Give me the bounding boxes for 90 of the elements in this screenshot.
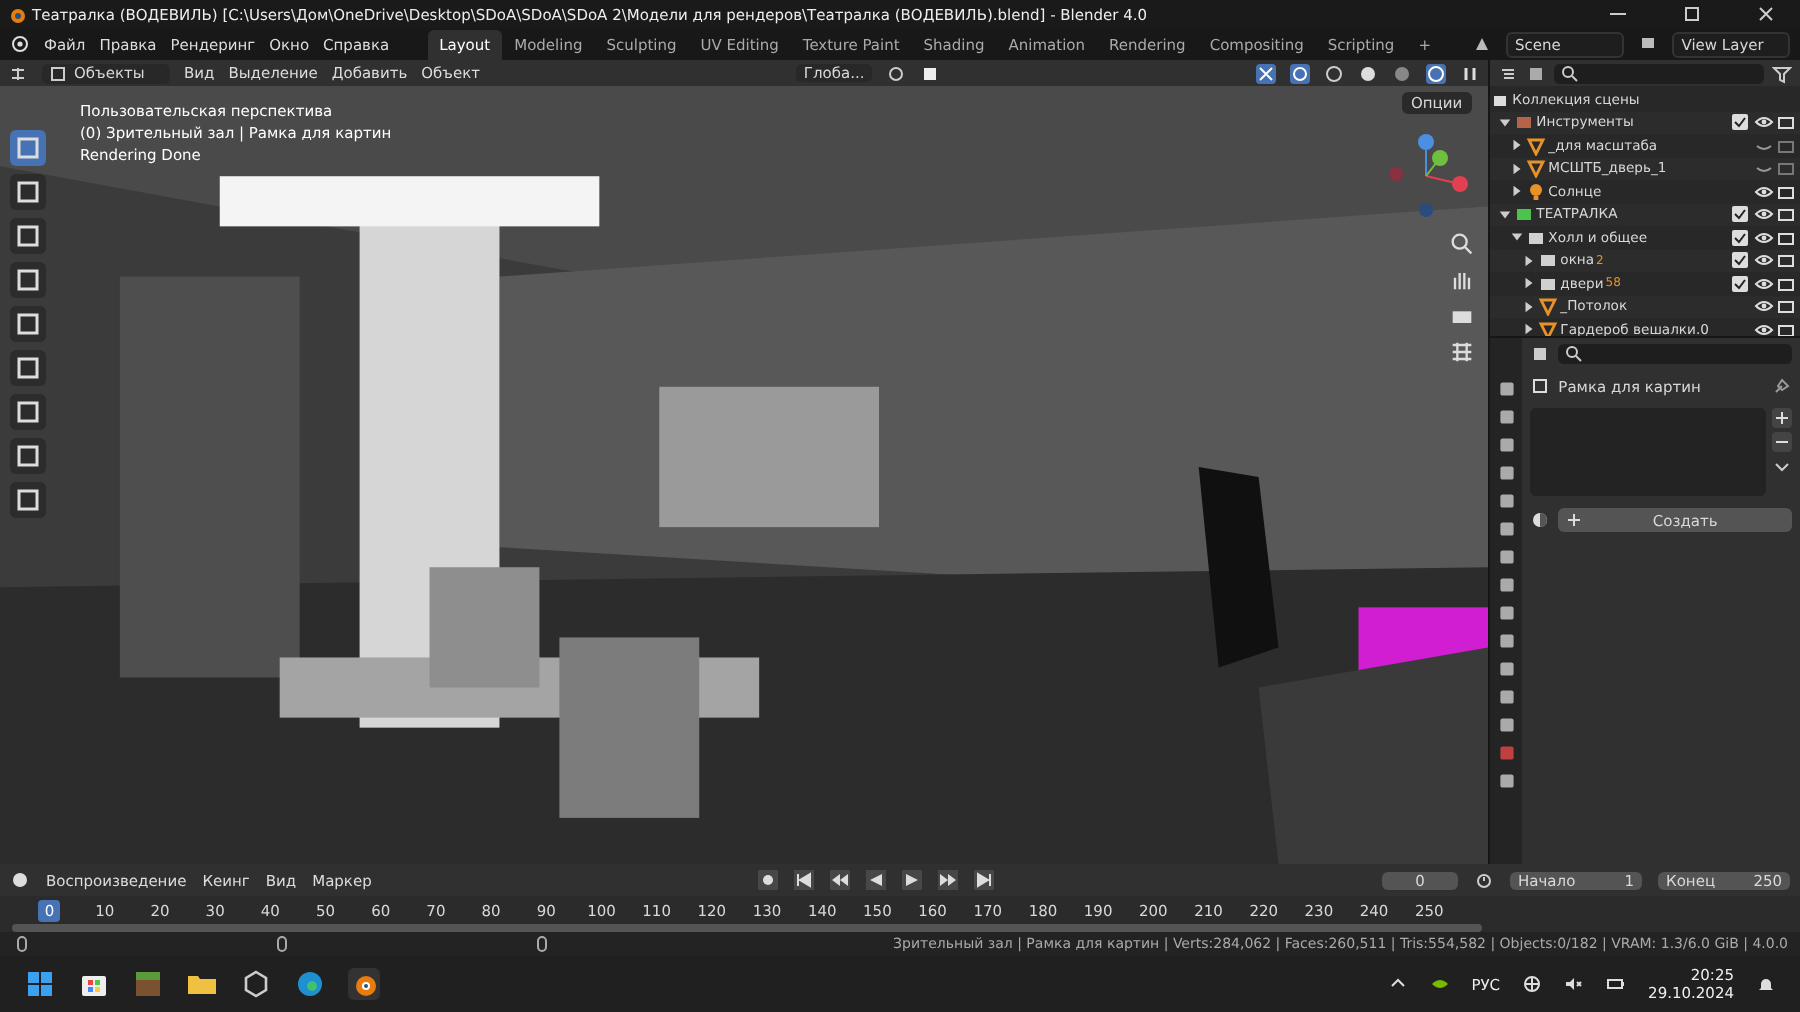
checkbox[interactable] xyxy=(1732,275,1748,292)
expand-arrow-icon[interactable] xyxy=(1522,322,1537,336)
object-mode-icon xyxy=(48,63,68,83)
camera-icon[interactable] xyxy=(1776,204,1796,225)
checkbox[interactable] xyxy=(1732,206,1748,223)
triangle-icon xyxy=(1538,296,1559,317)
search-field[interactable] xyxy=(1554,63,1764,83)
editor-type-icon[interactable] xyxy=(8,63,28,83)
eye-icon[interactable] xyxy=(1754,319,1774,336)
play-reverse-icon[interactable] xyxy=(866,870,887,890)
eye-icon[interactable] xyxy=(1754,273,1774,294)
eye-icon[interactable] xyxy=(1754,112,1774,133)
proportional-icon[interactable] xyxy=(920,63,941,83)
checkbox[interactable] xyxy=(1732,114,1748,131)
snap-icon[interactable] xyxy=(886,63,907,83)
editor-type-icon[interactable] xyxy=(10,870,30,890)
cube-icon[interactable] xyxy=(240,968,272,1000)
windows-start-icon[interactable] xyxy=(24,968,56,1000)
search-field[interactable] xyxy=(1558,344,1792,364)
scene-icon[interactable] xyxy=(1471,34,1491,54)
camera-icon[interactable] xyxy=(1776,296,1796,317)
camera-icon[interactable] xyxy=(1776,250,1796,271)
close-icon[interactable] xyxy=(1756,4,1776,24)
add-icon[interactable] xyxy=(1772,408,1792,428)
expand-arrow-icon[interactable] xyxy=(1522,299,1537,314)
overlay-toggle-icon[interactable] xyxy=(1290,63,1311,83)
camera-icon[interactable] xyxy=(1776,181,1796,202)
gpu-icon[interactable] xyxy=(1429,974,1450,994)
expand-arrow-icon[interactable] xyxy=(1510,230,1525,245)
speaker-muted-icon[interactable] xyxy=(1564,974,1585,994)
maximize-icon[interactable] xyxy=(1682,4,1702,24)
search-icon xyxy=(1560,63,1581,83)
eye-icon[interactable] xyxy=(1754,250,1774,271)
checkbox[interactable] xyxy=(1732,229,1748,246)
display-mode-icon[interactable] xyxy=(1498,63,1519,83)
mouse-icon xyxy=(272,934,292,954)
expand-arrow-icon[interactable] xyxy=(1510,161,1525,176)
remove-icon[interactable] xyxy=(1772,432,1792,452)
expand-arrow-icon[interactable] xyxy=(1510,138,1525,153)
stopwatch-icon[interactable] xyxy=(1474,870,1495,890)
camera-icon[interactable] xyxy=(1776,273,1796,294)
browser-icon[interactable] xyxy=(294,968,326,1000)
pause-icon[interactable] xyxy=(1460,63,1481,83)
eye-icon[interactable] xyxy=(1754,227,1774,248)
grid-icon[interactable] xyxy=(1448,338,1477,366)
prev-keyframe-icon[interactable] xyxy=(830,870,851,890)
scrollbar[interactable] xyxy=(12,924,1482,932)
zoom-icon[interactable] xyxy=(1448,230,1477,258)
grass-block-icon[interactable] xyxy=(132,968,164,1000)
eye-icon[interactable] xyxy=(1754,296,1774,317)
globe-icon[interactable] xyxy=(1522,974,1543,994)
expand-arrow-icon[interactable] xyxy=(1522,253,1537,268)
solid-shading-icon[interactable] xyxy=(1358,63,1379,83)
sphere-icon[interactable] xyxy=(1530,510,1551,530)
pin-icon[interactable] xyxy=(1772,376,1792,396)
render-shading-icon[interactable] xyxy=(1426,63,1447,83)
object-icon xyxy=(1530,376,1551,396)
play-icon[interactable] xyxy=(902,870,923,890)
battery-icon[interactable] xyxy=(1606,974,1627,994)
triangle-icon xyxy=(1538,319,1559,336)
camera-icon[interactable] xyxy=(1776,112,1796,133)
funnel-icon[interactable] xyxy=(1772,63,1792,83)
camera-icon[interactable] xyxy=(1776,227,1796,248)
view-layer-icon[interactable] xyxy=(1637,34,1658,54)
expand-arrow-icon[interactable] xyxy=(1510,184,1525,199)
gizmo-toggle-icon[interactable] xyxy=(1256,63,1277,83)
expand-arrow-icon[interactable] xyxy=(1522,276,1537,291)
search-icon xyxy=(1564,344,1585,364)
plus-icon xyxy=(1564,510,1585,530)
filter-icon[interactable] xyxy=(1526,63,1547,83)
wireframe-shading-icon[interactable] xyxy=(1324,63,1345,83)
editor-type-icon[interactable] xyxy=(1530,344,1551,364)
next-keyframe-icon[interactable] xyxy=(938,870,959,890)
triangle-icon xyxy=(1526,135,1547,156)
bell-icon[interactable] xyxy=(1756,974,1776,994)
expand-arrow-icon[interactable] xyxy=(1498,115,1513,130)
bulb-icon xyxy=(1526,181,1547,202)
checkbox[interactable] xyxy=(1732,252,1748,269)
camera-icon[interactable] xyxy=(1776,319,1796,336)
jump-end-icon[interactable] xyxy=(974,870,995,890)
jump-start-icon[interactable] xyxy=(794,870,815,890)
blender-app-icon[interactable] xyxy=(348,968,380,1000)
expand-arrow-icon[interactable] xyxy=(1498,207,1513,222)
eye-icon[interactable] xyxy=(1754,204,1774,225)
triangle-icon xyxy=(1526,158,1547,179)
eye-icon[interactable] xyxy=(1754,181,1774,202)
mouse-icon xyxy=(12,934,32,954)
mouse-icon xyxy=(532,934,552,954)
record-icon[interactable] xyxy=(758,870,779,890)
material-shading-icon[interactable] xyxy=(1392,63,1413,83)
